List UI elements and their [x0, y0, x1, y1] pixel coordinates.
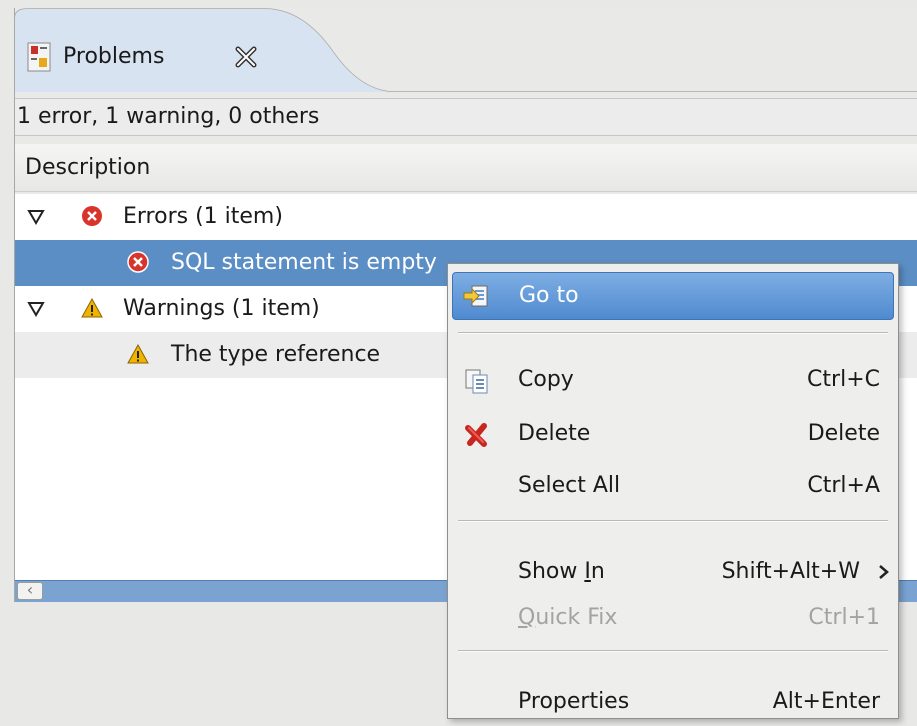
chevron-right-icon [879, 565, 889, 579]
delete-icon [465, 423, 487, 447]
menu-separator [458, 332, 888, 334]
scroll-left-icon[interactable]: ‹ [17, 582, 43, 600]
menu-item-label: Select All [518, 473, 621, 498]
tab-bar: Problems [15, 8, 917, 92]
menu-item-properties[interactable]: Properties Alt+Enter [448, 678, 898, 726]
copy-icon [465, 369, 488, 394]
warning-icon [127, 343, 149, 364]
tree-row-errors-group[interactable]: Errors (1 item) [15, 194, 917, 240]
menu-item-copy[interactable]: Copy Ctrl+C [448, 356, 898, 404]
menu-item-go-to[interactable]: Go to [452, 272, 894, 320]
context-menu: Go to Copy Ctrl+C Delete Delete Select A… [447, 263, 899, 719]
go-to-icon [463, 285, 488, 307]
menu-item-shortcut: Delete [807, 421, 880, 446]
tree-row-label: The type reference [171, 342, 381, 367]
menu-item-shortcut: Ctrl+C [807, 367, 880, 392]
menu-item-label: Delete [518, 421, 591, 446]
close-tab-icon[interactable] [233, 44, 259, 70]
tab-problems-title[interactable]: Problems [63, 44, 164, 69]
menu-item-shortcut: Ctrl+1 [808, 605, 880, 630]
menu-item-shortcut: Alt+Enter [772, 689, 880, 714]
menu-separator [458, 520, 888, 522]
menu-item-label: Quick Fix [518, 605, 617, 630]
tree-row-label: SQL statement is empty [171, 250, 437, 275]
error-icon [127, 251, 149, 273]
menu-item-label: Go to [519, 283, 579, 308]
menu-item-label: Show In [518, 559, 605, 584]
error-icon [82, 206, 102, 226]
label-text: n [590, 559, 605, 584]
expand-triangle-icon[interactable] [27, 301, 45, 317]
column-header-description[interactable]: Description [15, 144, 917, 192]
tree-row-label: Warnings (1 item) [123, 296, 320, 321]
label-text: uick Fix [535, 605, 618, 630]
tree-row-label: Errors (1 item) [123, 204, 283, 229]
menu-separator [458, 650, 888, 652]
menu-item-delete[interactable]: Delete Delete [448, 410, 898, 458]
menu-item-shortcut: Ctrl+A [807, 473, 880, 498]
menu-item-label: Copy [518, 367, 574, 392]
menu-item-select-all[interactable]: Select All Ctrl+A [448, 462, 898, 510]
mnemonic-letter: Q [518, 605, 536, 630]
problems-summary: 1 error, 1 warning, 0 others [15, 98, 917, 136]
problems-view-icon [27, 42, 51, 72]
menu-item-label: Properties [518, 689, 630, 714]
menu-item-shortcut: Shift+Alt+W [721, 559, 860, 584]
menu-item-show-in[interactable]: Show In Shift+Alt+W [448, 548, 898, 596]
expand-triangle-icon[interactable] [27, 209, 45, 225]
warning-icon [81, 297, 103, 318]
label-text: Show [518, 559, 585, 584]
menu-item-quick-fix[interactable]: Quick Fix Ctrl+1 [448, 594, 898, 642]
